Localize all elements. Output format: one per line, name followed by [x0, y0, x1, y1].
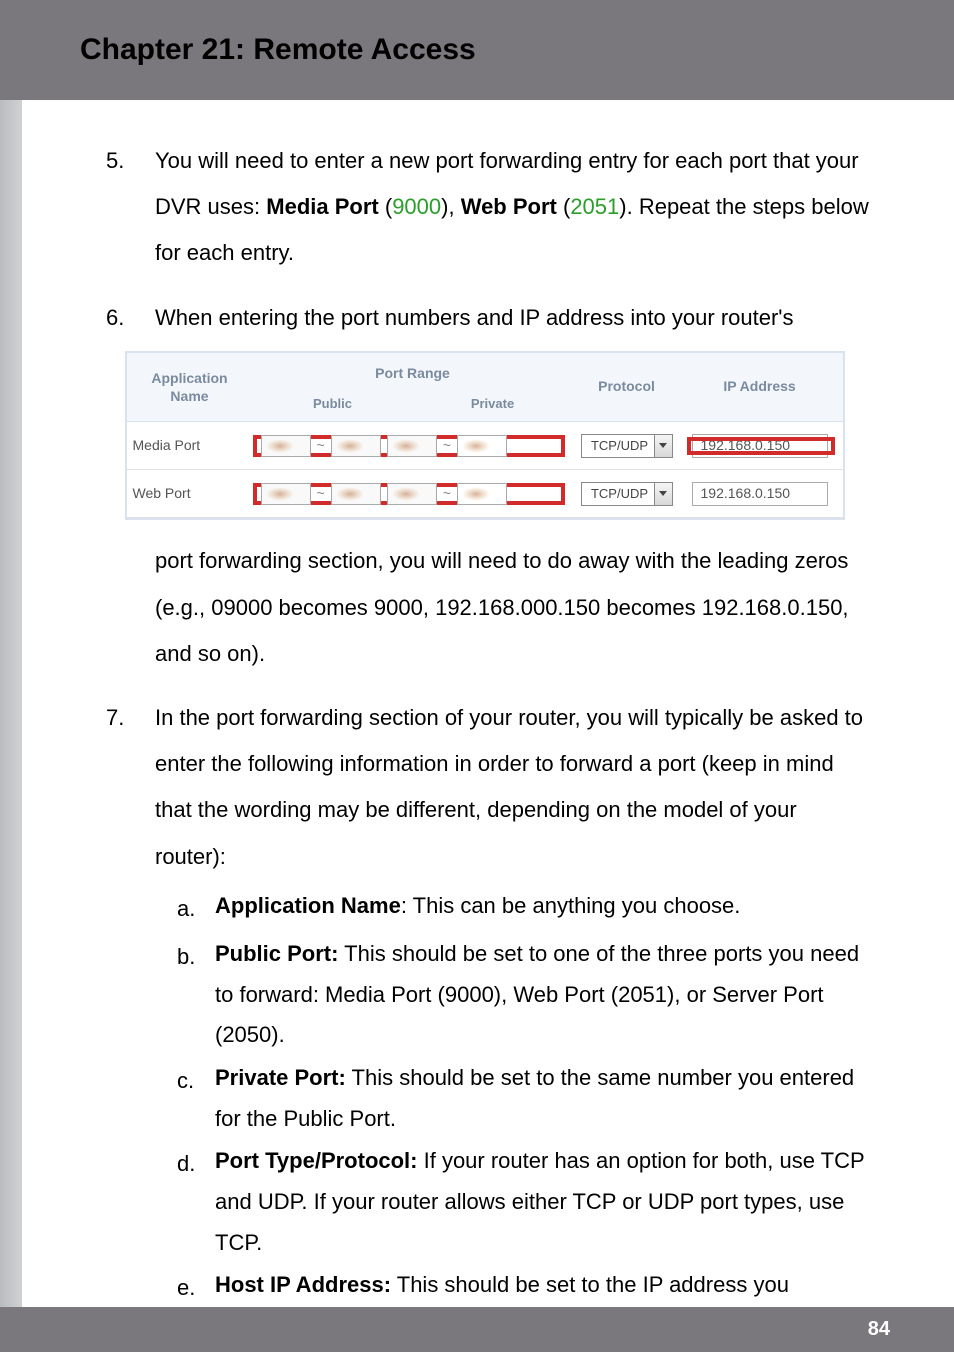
protocol-cell: TCP/UDP — [573, 434, 681, 458]
col-port-range: Port Range Public Private — [253, 353, 573, 422]
sub-label: Host IP Address: — [215, 1272, 391, 1297]
sub-list: a. Application Name: This can be anythin… — [155, 886, 869, 1347]
private-port-start-input[interactable] — [387, 435, 437, 457]
col-protocol: Protocol — [573, 353, 681, 422]
protocol-value: TCP/UDP — [582, 480, 654, 507]
web-port-label: Web Port — [461, 194, 557, 219]
private-port-end-input[interactable] — [457, 435, 507, 457]
app-name-input[interactable]: Web Port — [127, 479, 253, 508]
tilde-separator: ~ — [317, 431, 325, 460]
sub-body: Application Name: This can be anything y… — [215, 886, 869, 932]
sub-label: Private Port: — [215, 1065, 346, 1090]
tilde-separator: ~ — [443, 431, 451, 460]
protocol-select[interactable]: TCP/UDP — [581, 434, 673, 458]
text: Name — [127, 387, 253, 405]
list-body: When entering the port numbers and IP ad… — [155, 295, 869, 341]
sub-label: Port Type/Protocol: — [215, 1148, 418, 1173]
list-number-blank — [100, 538, 155, 677]
sub-letter: b. — [155, 934, 215, 1056]
public-port-end-input[interactable] — [331, 435, 381, 457]
sub-item-d: d. Port Type/Protocol: If your router ha… — [155, 1141, 869, 1263]
sub-item-a: a. Application Name: This can be anythin… — [155, 886, 869, 932]
sub-body: Port Type/Protocol: If your router has a… — [215, 1141, 869, 1263]
list-body: In the port forwarding section of your r… — [155, 695, 869, 1347]
list-item-5: 5. You will need to enter a new port for… — [100, 138, 869, 277]
media-port-value: 9000 — [392, 194, 441, 219]
media-port-label: Media Port — [266, 194, 378, 219]
page-number: 84 — [868, 1318, 890, 1341]
sub-label: Application Name — [215, 893, 401, 918]
page-footer: 84 — [0, 1307, 954, 1352]
table-header: Application Name Port Range Public Priva… — [127, 353, 843, 423]
chevron-down-icon — [654, 435, 672, 457]
text: Port Range — [253, 357, 573, 390]
app-name-input[interactable]: Media Port — [127, 431, 253, 460]
text: When entering the port numbers and IP ad… — [155, 305, 793, 330]
port-range-cell: ~ ~ — [253, 479, 573, 508]
text: Application — [127, 369, 253, 387]
list-body: port forwarding section, you will need t… — [155, 538, 869, 677]
port-range-cell: ~ ~ — [253, 431, 573, 460]
sub-label: Public Port: — [215, 941, 338, 966]
sub-item-b: b. Public Port: This should be set to on… — [155, 934, 869, 1056]
list-item-6-continued: port forwarding section, you will need t… — [100, 538, 869, 677]
list-body: You will need to enter a new port forwar… — [155, 138, 869, 277]
protocol-value: TCP/UDP — [582, 432, 654, 459]
list-number: 6. — [100, 295, 155, 341]
router-port-forwarding-table: Application Name Port Range Public Priva… — [125, 351, 845, 521]
table-row: Media Port ~ ~ TCP/UDP 192.168.0.150 — [127, 422, 843, 470]
sub-body: Public Port: This should be set to one o… — [215, 934, 869, 1056]
col-private: Private — [413, 390, 573, 417]
page-header: Chapter 21: Remote Access — [0, 0, 954, 100]
list-item-6: 6. When entering the port numbers and IP… — [100, 295, 869, 341]
protocol-cell: TCP/UDP — [573, 482, 681, 506]
list-number: 5. — [100, 138, 155, 277]
public-port-end-input[interactable] — [331, 483, 381, 505]
list-item-7: 7. In the port forwarding section of you… — [100, 695, 869, 1347]
ip-cell: 192.168.0.150 — [681, 434, 839, 458]
text: port forwarding section, you will need t… — [155, 548, 849, 665]
sub-item-c: c. Private Port: This should be set to t… — [155, 1058, 869, 1139]
tilde-separator: ~ — [317, 479, 325, 508]
sub-text: : This can be anything you choose. — [401, 893, 741, 918]
sidebar-stripe — [0, 100, 22, 1307]
ip-cell: 192.168.0.150 — [681, 482, 839, 506]
table-row: Web Port ~ ~ TCP/UDP 192.168.0.150 — [127, 470, 843, 518]
col-ip-address: IP Address — [681, 353, 839, 422]
ip-address-input[interactable]: 192.168.0.150 — [692, 434, 828, 458]
protocol-select[interactable]: TCP/UDP — [581, 482, 673, 506]
page-content: 5. You will need to enter a new port for… — [0, 100, 954, 1347]
col-application-name: Application Name — [127, 353, 253, 422]
sub-letter: c. — [155, 1058, 215, 1139]
chevron-down-icon — [654, 483, 672, 505]
web-port-value: 2051 — [570, 194, 619, 219]
public-port-start-input[interactable] — [261, 435, 311, 457]
tilde-separator: ~ — [443, 479, 451, 508]
col-public: Public — [253, 390, 413, 417]
private-port-start-input[interactable] — [387, 483, 437, 505]
text: In the port forwarding section of your r… — [155, 705, 863, 869]
sub-letter: a. — [155, 886, 215, 932]
ip-address-input[interactable]: 192.168.0.150 — [692, 482, 828, 506]
sub-letter: d. — [155, 1141, 215, 1263]
list-number: 7. — [100, 695, 155, 1347]
public-port-start-input[interactable] — [261, 483, 311, 505]
sub-body: Private Port: This should be set to the … — [215, 1058, 869, 1139]
private-port-end-input[interactable] — [457, 483, 507, 505]
chapter-title: Chapter 21: Remote Access — [80, 33, 476, 67]
